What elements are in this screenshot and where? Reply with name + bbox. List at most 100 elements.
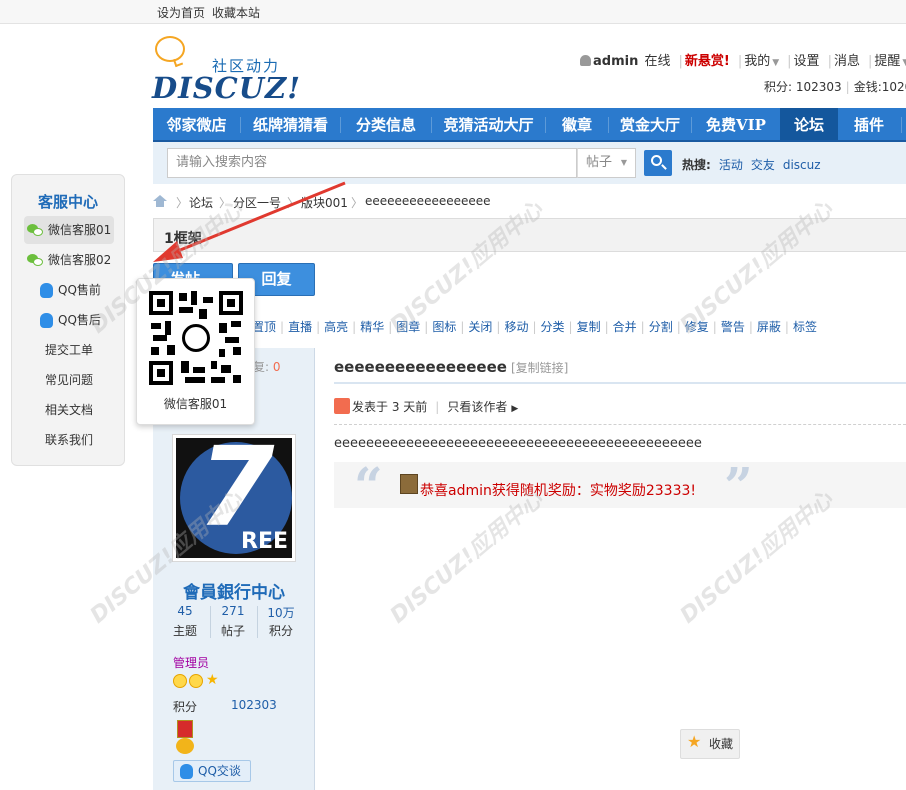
reply-count: 复: 0	[253, 360, 281, 374]
play-arrow-icon: ▶	[511, 404, 519, 414]
post-meta: 发表于 3 天前 | 只看该作者 ▶	[334, 398, 518, 415]
customer-service-title: 客服中心	[37, 193, 98, 211]
kefu-item-docs[interactable]: 相关文档	[24, 396, 114, 424]
stat-posts[interactable]: 271 帖子	[213, 604, 253, 639]
mod-action[interactable]: 警告	[721, 320, 745, 334]
medal-icon[interactable]	[175, 720, 195, 756]
hot-search-item[interactable]: 交友	[751, 158, 775, 172]
settings-link[interactable]: 设置	[794, 54, 820, 69]
mod-action[interactable]: 分割	[649, 320, 673, 334]
smiley-icon	[189, 674, 203, 688]
author-level-icons: ★	[173, 672, 233, 690]
post-body: eeeeeeeeeeeeeeeeeeeeeeeeeeeeeeeeeeeeeeee…	[334, 436, 702, 451]
hot-search-item[interactable]: 活动	[719, 158, 743, 172]
kefu-item-wechat-01[interactable]: 微信客服01	[24, 216, 114, 244]
mod-action[interactable]: 图标	[432, 320, 456, 334]
stat-credits[interactable]: 10万 积分	[261, 604, 301, 639]
kefu-item-contact[interactable]: 联系我们	[24, 426, 114, 454]
credit-bar: 积分: 102303|金钱:10201	[764, 78, 906, 95]
qr-code-icon	[149, 291, 243, 385]
set-home-link[interactable]: 设为首页	[157, 4, 205, 21]
search-input[interactable]: 请输入搜索内容	[167, 148, 577, 178]
user-icon	[580, 55, 591, 66]
smiley-icon	[173, 674, 187, 688]
mod-action[interactable]: 高亮	[324, 320, 348, 334]
hot-search-item[interactable]: discuz	[783, 158, 821, 172]
kefu-item-qq-aftersale[interactable]: QQ售后	[24, 306, 114, 334]
qr-label: 微信客服01	[163, 397, 228, 411]
nav-item-vip[interactable]: 免费VIP	[692, 108, 780, 140]
stat-threads[interactable]: 45 主题	[165, 604, 205, 639]
mod-action[interactable]: 移动	[504, 320, 528, 334]
breadcrumb-item[interactable]: 版块001	[301, 194, 348, 211]
breadcrumb-item[interactable]: 论坛	[189, 194, 213, 211]
reward-icon	[400, 474, 418, 494]
logo-wordmark: DISCUZ!	[152, 71, 301, 105]
breadcrumb-item[interactable]: 分区一号	[233, 194, 281, 211]
kefu-item-wechat-02[interactable]: 微信客服02	[24, 246, 114, 274]
wechat-qr-popup: 微信客服01	[136, 278, 255, 425]
only-author-link[interactable]: 只看该作者	[447, 400, 507, 414]
chevron-down-icon: ▼	[772, 58, 780, 68]
mod-action[interactable]: 复制	[577, 320, 601, 334]
nav-item-guess[interactable]: 竞猜活动大厅	[432, 108, 545, 140]
nav-item-forum[interactable]: 论坛	[780, 108, 838, 140]
kefu-item-qq-presale[interactable]: QQ售前	[24, 276, 114, 304]
search-button[interactable]	[644, 150, 672, 176]
username-link[interactable]: admin	[593, 54, 638, 69]
messages-link[interactable]: 消息	[834, 54, 860, 69]
favorite-button[interactable]: ★ 收藏	[680, 729, 740, 759]
hot-search-label: 热搜:	[682, 158, 711, 172]
avatar[interactable]: 7 REE	[172, 434, 296, 562]
qq-icon	[40, 313, 53, 328]
kefu-item-ticket[interactable]: 提交工单	[24, 336, 114, 364]
mod-action[interactable]: 屏蔽	[757, 320, 781, 334]
mod-action[interactable]: 修复	[685, 320, 709, 334]
mod-action[interactable]: 关闭	[468, 320, 492, 334]
frame-title: 1框架	[164, 231, 202, 247]
author-name[interactable]: 會員銀行中心	[153, 578, 315, 603]
mod-action[interactable]: 精华	[360, 320, 384, 334]
copy-link[interactable]: [复制链接]	[511, 361, 568, 375]
chevron-down-icon: ▼	[902, 58, 906, 68]
new-bounty-link[interactable]: 新悬赏!	[685, 54, 730, 69]
bookmark-link[interactable]: 收藏本站	[212, 4, 260, 21]
nav-item-plugin[interactable]: 插件	[839, 108, 899, 140]
moderation-toolbar: 置顶 | 直播 | 高亮 | 精华 | 图章 | 图标 | 关闭 | 移动 | 分类 | 复制 | 合并 | 分割 | 修复 | 警…	[252, 320, 817, 334]
user-bar: admin 在线|新悬赏!|我的▼|设置|消息|提醒▼|	[580, 50, 906, 69]
customer-service-panel: 客服中心 微信客服01 微信客服02 QQ售前 QQ售后 提交工单 常见问题 相…	[11, 174, 125, 466]
hot-search: 热搜: 活动 交友 discuz	[682, 156, 829, 173]
qq-chat-button[interactable]: QQ交谈	[173, 760, 251, 782]
wechat-icon	[182, 324, 210, 352]
quote-open-icon: “	[354, 456, 383, 515]
qq-icon	[40, 283, 53, 298]
mod-action[interactable]: 标签	[793, 320, 817, 334]
nav-item-classified[interactable]: 分类信息	[341, 108, 431, 140]
mod-action[interactable]: 合并	[613, 320, 637, 334]
site-logo[interactable]: 社区动力 DISCUZ!	[152, 34, 300, 105]
thread-title: eeeeeeeeeeeeeeeee [复制链接]	[334, 358, 569, 376]
search-type-select[interactable]: 帖子 ▼	[577, 148, 636, 178]
author-role[interactable]: 管理员	[173, 654, 209, 671]
mod-action[interactable]: 图章	[396, 320, 420, 334]
my-menu[interactable]: 我的	[744, 54, 770, 69]
quote-close-icon: ”	[724, 456, 753, 515]
nav-item-badge[interactable]: 徽章	[546, 108, 608, 140]
mod-action[interactable]: 直播	[288, 320, 312, 334]
chevron-down-icon: ▼	[620, 158, 627, 167]
mod-action[interactable]: 分类	[541, 320, 565, 334]
credits-link[interactable]: 积分: 102303	[764, 80, 842, 94]
nav-item-reward[interactable]: 赏金大厅	[609, 108, 691, 140]
nav-item-cards[interactable]: 纸牌猜猜看	[241, 108, 340, 140]
remind-menu[interactable]: 提醒	[874, 54, 900, 69]
nav-item-shop[interactable]: 邻家微店	[153, 108, 240, 140]
reward-quote: “ 恭喜admin获得随机奖励：实物奖励23333! ”	[334, 456, 906, 515]
mod-action[interactable]: 置顶	[252, 320, 276, 334]
wechat-icon	[27, 254, 43, 266]
frame-title-bar: 1框架	[153, 218, 906, 252]
kefu-item-faq[interactable]: 常见问题	[24, 366, 114, 394]
main-nav: 邻家微店 纸牌猜猜看 分类信息 竞猜活动大厅 徽章 赏金大厅 免费VIP 论坛 …	[153, 108, 906, 142]
reward-text: 恭喜admin获得随机奖励：实物奖励23333!	[420, 483, 697, 499]
money-text: 金钱:10201	[853, 80, 906, 94]
home-icon[interactable]	[153, 195, 167, 207]
